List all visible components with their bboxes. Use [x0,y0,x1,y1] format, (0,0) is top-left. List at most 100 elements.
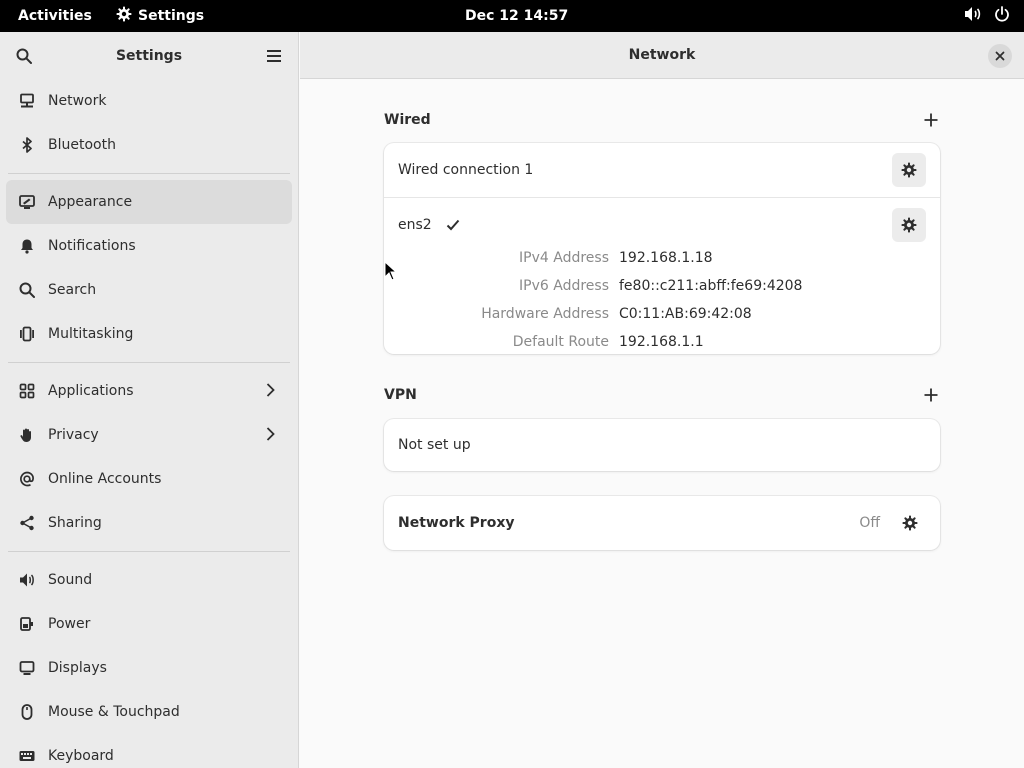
share-icon [18,514,36,532]
detail-value: 192.168.1.18 [619,250,713,266]
chevron-right-icon [262,382,278,402]
sidebar-item-label: Notifications [48,238,136,254]
detail-row: IPv6 Address fe80::c211:abff:fe69:4208 [384,272,940,300]
sidebar-item-label: Mouse & Touchpad [48,704,180,720]
connection-details: IPv4 Address 192.168.1.18 IPv6 Address f… [384,244,940,356]
search-button[interactable] [14,46,34,66]
sidebar-item-mouse-touchpad[interactable]: Mouse & Touchpad [6,690,292,734]
sidebar-item-label: Appearance [48,194,133,210]
proxy-settings-button[interactable] [902,515,918,531]
vpn-row: Not set up [384,419,940,471]
sidebar-item-label: Sound [48,572,93,588]
detail-row: IPv4 Address 192.168.1.18 [384,244,940,272]
sidebar-item-network[interactable]: Network [6,79,292,123]
wired-connection-settings-button[interactable] [892,153,926,187]
sidebar-item-label: Sharing [48,515,102,531]
wired-heading: Wired [384,112,431,128]
divider [8,362,290,363]
sidebar-item-multitasking[interactable]: Multitasking [6,312,292,356]
sidebar-item-label: Displays [48,660,107,676]
network-panel: Wired Wired connection 1 ens2 IPv4 Addre… [300,79,1024,768]
plus-icon [924,113,938,127]
chevron-right-icon [262,426,278,446]
detail-key: Hardware Address [481,306,609,322]
gear-icon [116,6,132,26]
close-button[interactable] [988,44,1012,68]
sidebar-item-bluetooth[interactable]: Bluetooth [6,123,292,167]
apps-grid-icon [18,382,36,400]
search-icon [18,281,36,299]
sidebar-item-keyboard[interactable]: Keyboard [6,734,292,768]
keyboard-icon [18,747,36,765]
wired-connection-row[interactable]: Wired connection 1 [384,143,940,197]
content-header: Network [300,32,1024,79]
detail-row: Default Route 192.168.1.1 [384,328,940,356]
sidebar-item-privacy[interactable]: Privacy [6,413,292,457]
vpn-card: Not set up [384,419,940,471]
connection-name: Wired connection 1 [398,162,534,178]
sidebar-item-sound[interactable]: Sound [6,558,292,602]
gear-icon [901,217,917,233]
detail-key: IPv6 Address [519,278,609,294]
power-plug-icon [18,615,36,633]
sidebar-item-online-accounts[interactable]: Online Accounts [6,457,292,501]
sidebar-item-applications[interactable]: Applications [6,369,292,413]
wired-section-header: Wired [384,108,940,132]
sidebar-item-power[interactable]: Power [6,602,292,646]
vpn-section-header: VPN [384,383,940,407]
app-menu[interactable]: Settings [116,0,204,32]
main-menu-button[interactable] [264,46,284,66]
sidebar-item-label: Search [48,282,97,298]
proxy-card: Network Proxy Off [384,496,940,550]
network-proxy-row[interactable]: Network Proxy Off [384,496,940,550]
system-menu[interactable] [964,0,1010,32]
add-vpn-button[interactable] [922,386,940,404]
detail-key: IPv4 Address [519,250,609,266]
gear-icon [902,515,918,531]
display-icon [18,659,36,677]
hamburger-menu-icon [267,49,281,62]
activities-button[interactable]: Activities [18,0,92,32]
sidebar-item-search[interactable]: Search [6,268,292,312]
sidebar-title: Settings [115,47,183,64]
sidebar-item-label: Keyboard [48,748,114,764]
add-wired-button[interactable] [922,111,940,129]
vpn-heading: VPN [384,387,417,403]
sidebar: Settings Network Bluetooth Appearance No… [0,32,299,768]
proxy-label: Network Proxy [398,515,515,531]
device-block: ens2 IPv4 Address 192.168.1.18 IPv6 Addr… [384,197,940,356]
top-bar: Activities Settings Dec 12 14:57 [0,0,1024,32]
sidebar-item-displays[interactable]: Displays [6,646,292,690]
app-name: Settings [138,8,205,24]
wired-card: Wired connection 1 ens2 IPv4 Address 192… [384,143,940,354]
appearance-icon [18,193,36,211]
network-icon [18,92,36,110]
sidebar-item-sharing[interactable]: Sharing [6,501,292,545]
sidebar-item-label: Multitasking [48,326,134,342]
bluetooth-icon [18,136,36,154]
detail-value: C0:11:AB:69:42:08 [619,306,752,322]
hand-icon [18,426,36,444]
sidebar-nav: Network Bluetooth Appearance Notificatio… [0,79,298,768]
sidebar-item-label: Online Accounts [48,471,162,487]
search-icon [16,48,32,64]
sidebar-item-label: Bluetooth [48,137,116,153]
detail-row: Hardware Address C0:11:AB:69:42:08 [384,300,940,328]
detail-key: Default Route [512,334,609,350]
mouse-cursor-icon [384,261,396,281]
divider [8,551,290,552]
at-icon [18,470,36,488]
vpn-status: Not set up [398,437,471,453]
volume-icon [964,6,982,26]
sidebar-item-label: Privacy [48,427,99,443]
sidebar-item-notifications[interactable]: Notifications [6,224,292,268]
speaker-icon [18,571,36,589]
divider [8,173,290,174]
clock[interactable]: Dec 12 14:57 [465,0,568,32]
bell-icon [18,237,36,255]
mouse-icon [18,703,36,721]
detail-value: fe80::c211:abff:fe69:4208 [619,278,803,294]
gear-icon [901,162,917,178]
sidebar-item-appearance[interactable]: Appearance [6,180,292,224]
device-settings-button[interactable] [892,208,926,242]
